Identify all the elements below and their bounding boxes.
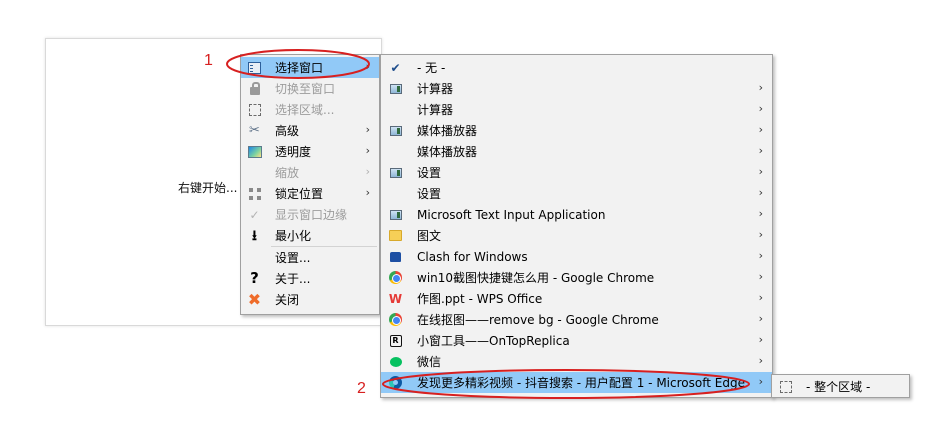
window-item-wps[interactable]: W 作图.ppt - WPS Office › xyxy=(381,288,772,309)
menu-item-minimize[interactable]: ⭳ 最小化 xyxy=(241,225,379,246)
select-region-icon xyxy=(246,101,263,118)
app-window-icon xyxy=(387,122,404,139)
window-item-calculator[interactable]: 计算器 › xyxy=(381,78,772,99)
chevron-right-icon: › xyxy=(758,123,763,136)
menu-item-lock-position[interactable]: 锁定位置 › xyxy=(241,183,379,204)
window-item-media-player[interactable]: 媒体播放器 › xyxy=(381,120,772,141)
window-item-media-player-2[interactable]: 媒体播放器 › xyxy=(381,141,772,162)
question-icon: ? xyxy=(250,269,259,287)
chevron-right-icon: › xyxy=(758,228,763,241)
window-item-calculator-2[interactable]: 计算器 › xyxy=(381,99,772,120)
grid-icon xyxy=(246,185,263,202)
app-window-icon xyxy=(387,80,404,97)
wechat-icon xyxy=(387,353,404,370)
chevron-right-icon: › xyxy=(758,249,763,262)
window-item-edge-douyin[interactable]: 发现更多精彩视频 - 抖音搜索 - 用户配置 1 - Microsoft Edg… xyxy=(381,372,772,393)
menu-item-advanced[interactable]: ✂ 高级 › xyxy=(241,120,379,141)
window-item-chrome-removebg[interactable]: 在线抠图——remove bg - Google Chrome › xyxy=(381,309,772,330)
chrome-icon xyxy=(387,269,404,286)
chevron-right-icon: › xyxy=(758,312,763,325)
menu-item-opacity[interactable]: 透明度 › xyxy=(241,141,379,162)
window-item-clash[interactable]: Clash for Windows › xyxy=(381,246,772,267)
chevron-right-icon: › xyxy=(758,270,763,283)
minimize-icon: ⭳ xyxy=(252,227,257,244)
chevron-right-icon: › xyxy=(365,60,370,73)
chevron-right-icon: › xyxy=(758,102,763,115)
clash-icon xyxy=(387,248,404,265)
app-window-icon xyxy=(387,164,404,181)
wps-icon: W xyxy=(388,291,403,306)
chevron-right-icon: › xyxy=(758,354,763,367)
ontopreplica-icon: R xyxy=(387,332,404,349)
annotation-number-1: 1 xyxy=(204,52,213,69)
opacity-icon xyxy=(246,143,263,160)
folder-icon xyxy=(387,227,404,244)
chevron-right-icon: › xyxy=(758,165,763,178)
menu-item-show-window-border: ✓ 显示窗口边缘 xyxy=(241,204,379,225)
menu-item-close[interactable]: ✖ 关闭 xyxy=(241,289,379,310)
chevron-right-icon: › xyxy=(758,375,763,388)
window-item-settings[interactable]: 设置 › xyxy=(381,162,772,183)
chevron-right-icon: › xyxy=(758,144,763,157)
region-item-whole-area[interactable]: - 整个区域 - xyxy=(772,376,909,396)
chevron-right-icon: › xyxy=(758,333,763,346)
window-item-text-input-app[interactable]: Microsoft Text Input Application › xyxy=(381,204,772,225)
window-item-wechat[interactable]: 微信 › xyxy=(381,351,772,372)
menu-item-about[interactable]: ? 关于... xyxy=(241,268,379,289)
window-item-chrome-screenshot[interactable]: win10截图快捷键怎么用 - Google Chrome › xyxy=(381,267,772,288)
menu-item-zoom: 缩放 › xyxy=(275,165,370,180)
menu-item-settings[interactable]: 设置... xyxy=(241,247,379,268)
window-item-tuwen[interactable]: 图文 › xyxy=(381,225,772,246)
edge-icon xyxy=(387,374,404,391)
window-item-none[interactable]: ✔ - 无 - xyxy=(381,57,772,78)
main-context-menu: 选择窗口 › 切换至窗口 选择区域... ✂ 高级 › 透明度 › 缩放 › 锁… xyxy=(240,54,380,315)
window-item-settings-2[interactable]: 设置 › xyxy=(381,183,772,204)
check-icon: ✓ xyxy=(249,207,260,222)
chevron-right-icon: › xyxy=(365,144,370,157)
chevron-right-icon: › xyxy=(758,81,763,94)
chevron-right-icon: › xyxy=(758,291,763,304)
region-submenu: - 整个区域 - xyxy=(771,374,910,398)
app-window-icon xyxy=(387,206,404,223)
chevron-right-icon: › xyxy=(365,165,370,178)
menu-item-switch-to-window: 切换至窗口 xyxy=(241,78,379,99)
chevron-right-icon: › xyxy=(758,186,763,199)
select-window-icon xyxy=(246,59,263,76)
region-icon xyxy=(777,378,794,395)
window-list-submenu: ✔ - 无 - 计算器 › 计算器 › 媒体播放器 › 媒体播放器 › 设置 ›… xyxy=(380,54,773,398)
menu-item-select-window[interactable]: 选择窗口 › xyxy=(241,57,379,78)
close-icon: ✖ xyxy=(247,289,262,309)
window-item-ontopreplica[interactable]: R 小窗工具——OnTopReplica › xyxy=(381,330,772,351)
chevron-right-icon: › xyxy=(758,207,763,220)
annotation-number-2: 2 xyxy=(357,380,366,397)
chevron-right-icon: › xyxy=(365,123,370,136)
menu-item-select-region: 选择区域... xyxy=(241,99,379,120)
chevron-right-icon: › xyxy=(365,186,370,199)
chrome-icon xyxy=(387,311,404,328)
wrench-icon: ✂ xyxy=(249,123,260,138)
lock-icon xyxy=(246,80,263,97)
right-click-hint: 右键开始... xyxy=(178,181,238,195)
check-icon: ✔ xyxy=(390,60,401,75)
